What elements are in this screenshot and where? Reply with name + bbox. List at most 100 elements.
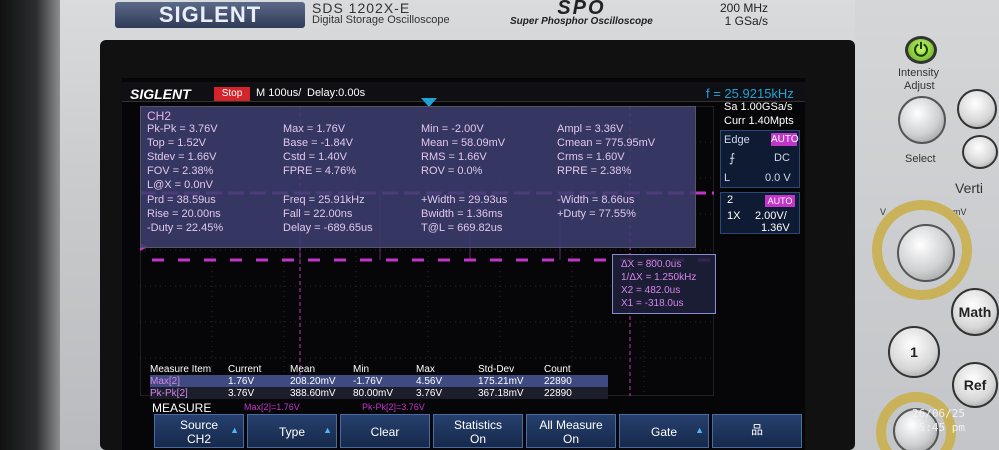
channel-1-button[interactable]: 1 — [888, 326, 940, 378]
softkey-statistics[interactable]: Statistics On — [433, 414, 523, 448]
background-left — [0, 0, 60, 450]
stats-cell: -1.76V — [353, 376, 383, 387]
measurement-value: Cstd = 1.40V — [283, 151, 347, 163]
side-button-top[interactable] — [957, 89, 997, 129]
cursor-inverse: 1/ΔX = 1.250kHz — [621, 272, 697, 283]
stats-cell: 22890 — [544, 388, 572, 399]
measurement-value: Base = -1.84V — [283, 137, 354, 149]
measurement-value: Pk-Pk = 3.76V — [147, 123, 218, 135]
measurement-value: Delay = -689.65us — [283, 222, 373, 234]
measurement-value: FOV = 2.38% — [147, 165, 214, 177]
stats-cell: Max[2] — [150, 376, 181, 387]
measurement-value: Freq = 25.91kHz — [283, 194, 365, 206]
measurement-value: Rise = 20.00ns — [147, 208, 221, 220]
trigger-settings[interactable]: Edge AUTO ⨍ DC L 0.0 V — [720, 130, 800, 188]
frequency-readout: f = 25.9215kHz — [706, 86, 794, 101]
measurement-value: -Width = 8.66us — [557, 194, 635, 206]
stats-header: Measure Item — [150, 364, 212, 375]
arrow-icon: ▲ — [323, 425, 332, 435]
softkey-gate[interactable]: Gate ▲ — [619, 414, 709, 448]
stats-header: Mean — [290, 364, 316, 375]
stats-header: Min — [353, 364, 370, 375]
vertical-label: Verti — [955, 180, 984, 196]
brand-logo: SIGLENT — [115, 2, 305, 28]
stats-cell: 388.60mV — [290, 388, 336, 399]
statistics-table: Measure Item Current Mean Min Max Std-Dev Coun… — [150, 364, 610, 400]
trigger-mode-badge: AUTO — [771, 133, 799, 146]
measurement-value: Min = -2.00V — [421, 123, 484, 135]
mini-readout-max: Max[2]=1.76V — [244, 402, 300, 412]
softkey-type[interactable]: Type ▲ — [247, 414, 337, 448]
arrow-icon: ▲ — [230, 425, 239, 435]
memory-depth: Curr 1.40Mpts — [724, 115, 794, 127]
measurement-value: FPRE = 4.76% — [283, 165, 357, 177]
stats-cell: 208.20mV — [290, 376, 336, 387]
measurement-value: Bwidth = 1.36ms — [421, 208, 503, 220]
trigger-level: 0.0 V — [765, 172, 791, 184]
spo-logo: SPO Super Phosphor Oscilloscope — [510, 0, 653, 27]
stats-cell: 175.21mV — [478, 376, 524, 387]
stats-cell: 1.76V — [228, 376, 255, 387]
trigger-type: Edge — [724, 134, 750, 146]
measurement-value: +Width = 29.93us — [421, 194, 508, 206]
softkey-all-measure[interactable]: All Measure On — [526, 414, 616, 448]
volts-div-knob[interactable] — [897, 224, 955, 282]
measurement-value: ROV = 0.0% — [421, 165, 483, 177]
measurement-value: L@X = 0.0nV — [147, 179, 213, 191]
measurement-value: Prd = 38.59us — [147, 194, 216, 206]
volts-per-div: 2.00V/ — [755, 210, 787, 222]
stats-cell: 22890 — [544, 376, 572, 387]
softkey-network[interactable]: 品 — [712, 414, 802, 448]
softkey-clear[interactable]: Clear — [340, 414, 430, 448]
softkey-source[interactable]: Source CH2 ▲ — [154, 414, 244, 448]
adjust-label: Adjust — [904, 80, 935, 92]
side-button-2[interactable] — [962, 135, 998, 169]
photo-timestamp: 26/06/25 5:45 pm — [912, 407, 965, 434]
channel-bw-badge: AUTO — [765, 195, 795, 207]
channel-offset: 1.36V — [761, 222, 790, 234]
stats-header: Count — [544, 364, 571, 375]
stats-cell: 3.76V — [228, 388, 255, 399]
channel-settings[interactable]: 2 AUTO 1X 2.00V/ 1.36V — [720, 192, 800, 234]
cursor-readout: ΔX = 800.0us 1/ΔX = 1.250kHz X2 = 482.0u… — [612, 254, 716, 314]
measurement-value: RMS = 1.66V — [421, 151, 487, 163]
run-status-badge: Stop — [214, 87, 250, 101]
arrow-icon: ▲ — [695, 425, 704, 435]
math-button[interactable]: Math — [951, 288, 999, 336]
model-label: SDS 1202X-E Digital Storage Oscilloscope — [312, 0, 450, 26]
measurement-value: RPRE = 2.38% — [557, 165, 632, 177]
trigger-level-label: L — [724, 172, 731, 184]
menu-title: MEASURE — [152, 401, 212, 415]
sample-rate: Sa 1.00GSa/s — [724, 101, 793, 113]
softkey-bar: Source CH2 ▲ Type ▲ Clear Statistics On … — [154, 414, 804, 450]
ref-button[interactable]: Ref — [952, 362, 998, 408]
delay-readout: Delay:0.00s — [307, 87, 366, 99]
status-bar: SIGLENT Stop M 100us/ Delay:0.00s f = 25… — [122, 82, 805, 102]
power-icon[interactable]: ⏻ — [905, 36, 937, 64]
rising-edge-icon: ⨍ — [729, 151, 736, 165]
intensity-knob[interactable] — [898, 96, 946, 144]
measurement-value: Stdev = 1.66V — [147, 151, 217, 163]
stats-cell: Pk-Pk[2] — [150, 388, 188, 399]
measurement-value: -Duty = 22.45% — [147, 222, 224, 234]
mini-readout-pkpk: Pk-Pk[2]=3.76V — [362, 402, 425, 412]
stats-cell: 367.18mV — [478, 388, 524, 399]
stats-header: Max — [416, 364, 435, 375]
oscilloscope-screen: SIGLENT Stop M 100us/ Delay:0.00s f = 25… — [122, 78, 805, 450]
measurement-panel: CH2 Pk-Pk = 3.76V Max = 1.76V Min = -2.00V… — [140, 106, 696, 248]
screen-logo: SIGLENT — [130, 86, 191, 102]
cursor-x1-value: X1 = -318.0us — [621, 298, 684, 309]
cursor-delta: ΔX = 800.0us — [621, 259, 682, 270]
stats-header: Std-Dev — [478, 364, 515, 375]
channel-number: 2 — [727, 194, 734, 206]
acquisition-info: Sa 1.00GSa/s Curr 1.40Mpts — [720, 100, 805, 130]
network-icon: 品 — [750, 423, 763, 437]
measurement-value: Ampl = 3.36V — [557, 123, 624, 135]
timebase-readout: M 100us/ — [256, 87, 302, 99]
measurement-value: +Duty = 77.55% — [557, 208, 636, 220]
measurement-value: T@L = 669.82us — [421, 222, 503, 234]
stats-cell: 4.56V — [416, 376, 443, 387]
measurement-value: Fall = 22.00ns — [283, 208, 353, 220]
select-label: Select — [905, 153, 936, 165]
intensity-label: Intensity — [898, 67, 939, 79]
